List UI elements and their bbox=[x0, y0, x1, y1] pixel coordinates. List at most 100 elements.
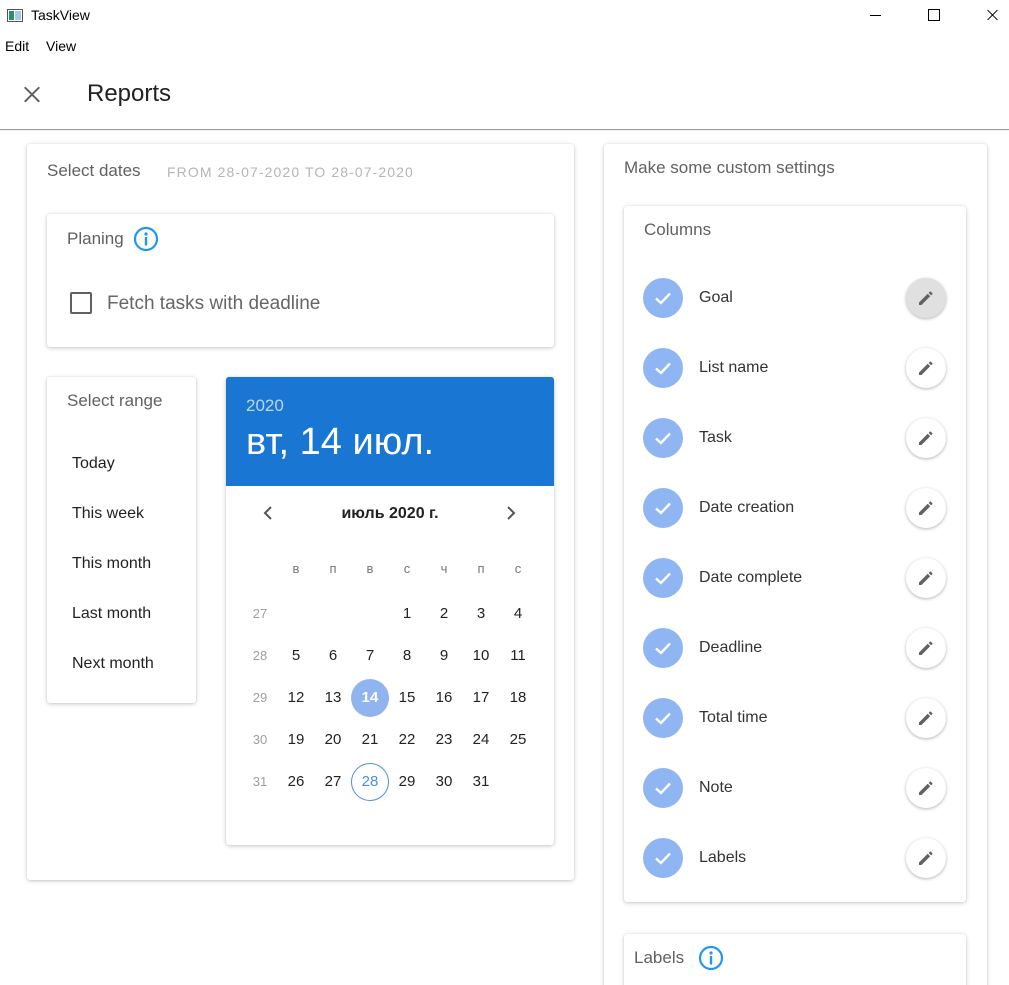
week-number: 31 bbox=[252, 774, 268, 789]
edit-column-button[interactable] bbox=[906, 488, 946, 528]
column-row: Note bbox=[624, 766, 966, 810]
calendar-day[interactable]: 20 bbox=[314, 721, 352, 759]
calendar-day[interactable]: 28 bbox=[351, 763, 389, 801]
calendar-day[interactable]: 9 bbox=[425, 637, 463, 675]
menu-view[interactable]: View bbox=[46, 38, 76, 54]
calendar-day[interactable]: 15 bbox=[388, 679, 426, 717]
weekday-header: с bbox=[403, 561, 411, 576]
edit-column-button[interactable] bbox=[906, 348, 946, 388]
calendar-day[interactable]: 18 bbox=[499, 679, 537, 717]
edit-column-button[interactable] bbox=[906, 558, 946, 598]
menu-edit[interactable]: Edit bbox=[5, 38, 29, 54]
select-range-title: Select range bbox=[67, 391, 163, 410]
pencil-icon bbox=[919, 641, 933, 655]
calendar-day[interactable]: 13 bbox=[314, 679, 352, 717]
column-toggle-check[interactable] bbox=[643, 278, 683, 318]
column-label: Goal bbox=[699, 289, 733, 306]
calendar-day[interactable]: 24 bbox=[462, 721, 500, 759]
custom-settings-title: Make some custom settings bbox=[624, 158, 835, 177]
week-number: 28 bbox=[252, 648, 268, 663]
select-range-card: Select range Today This week This month … bbox=[47, 377, 196, 703]
calendar-day[interactable]: 11 bbox=[499, 637, 537, 675]
fetch-deadline-label: Fetch tasks with deadline bbox=[107, 293, 321, 314]
column-toggle-check[interactable] bbox=[643, 628, 683, 668]
calendar-day[interactable]: 29 bbox=[388, 763, 426, 801]
edit-column-button[interactable] bbox=[906, 628, 946, 668]
week-number: 30 bbox=[252, 732, 268, 747]
calendar-day[interactable]: 21 bbox=[351, 721, 389, 759]
check-icon bbox=[655, 362, 671, 375]
edit-column-button[interactable] bbox=[906, 698, 946, 738]
maximize-button[interactable] bbox=[910, 0, 956, 32]
column-label: Note bbox=[699, 779, 733, 796]
column-row: Labels bbox=[624, 836, 966, 880]
chevron-right-icon[interactable] bbox=[497, 499, 525, 527]
minimize-button[interactable] bbox=[852, 0, 898, 32]
edit-column-button[interactable] bbox=[906, 768, 946, 808]
calendar-day[interactable]: 17 bbox=[462, 679, 500, 717]
calendar-year[interactable]: 2020 bbox=[246, 396, 284, 416]
calendar-day[interactable]: 2 bbox=[425, 595, 463, 633]
calendar-day[interactable]: 27 bbox=[314, 763, 352, 801]
column-toggle-check[interactable] bbox=[643, 348, 683, 388]
weekday-header: ч bbox=[440, 561, 448, 576]
column-label: Task bbox=[699, 429, 732, 446]
pencil-icon bbox=[919, 781, 933, 795]
info-icon[interactable] bbox=[698, 945, 724, 971]
info-icon[interactable] bbox=[133, 226, 159, 252]
check-icon bbox=[655, 782, 671, 795]
close-reports-button[interactable] bbox=[16, 78, 48, 110]
column-toggle-check[interactable] bbox=[643, 768, 683, 808]
column-row: Date creation bbox=[624, 486, 966, 530]
edit-column-button[interactable] bbox=[906, 278, 946, 318]
edit-column-button[interactable] bbox=[906, 838, 946, 878]
check-icon bbox=[655, 432, 671, 445]
window-close-button[interactable] bbox=[968, 0, 1009, 32]
range-next-month[interactable]: Next month bbox=[72, 655, 154, 673]
check-icon bbox=[655, 642, 671, 655]
pencil-icon bbox=[919, 431, 933, 445]
column-toggle-check[interactable] bbox=[643, 418, 683, 458]
calendar-day[interactable]: 23 bbox=[425, 721, 463, 759]
check-icon bbox=[655, 712, 671, 725]
calendar-day[interactable]: 26 bbox=[277, 763, 315, 801]
calendar-day[interactable]: 7 bbox=[351, 637, 389, 675]
calendar-day[interactable]: 8 bbox=[388, 637, 426, 675]
check-icon bbox=[655, 572, 671, 585]
calendar-day[interactable]: 25 bbox=[499, 721, 537, 759]
column-toggle-check[interactable] bbox=[643, 488, 683, 528]
app-header: Reports bbox=[0, 62, 1009, 130]
select-dates-label: Select dates bbox=[47, 161, 141, 180]
range-today[interactable]: Today bbox=[72, 455, 115, 473]
calendar-selected-date: вт, 14 июл. bbox=[246, 421, 435, 463]
calendar-day[interactable]: 22 bbox=[388, 721, 426, 759]
custom-settings-panel: Make some custom settings Columns Goal Li… bbox=[604, 144, 987, 985]
calendar-day[interactable]: 6 bbox=[314, 637, 352, 675]
calendar-day[interactable]: 12 bbox=[277, 679, 315, 717]
range-last-month[interactable]: Last month bbox=[72, 605, 151, 623]
calendar-day[interactable]: 3 bbox=[462, 595, 500, 633]
calendar-day[interactable]: 10 bbox=[462, 637, 500, 675]
weekday-header: в bbox=[366, 561, 374, 576]
column-label: Deadline bbox=[699, 639, 763, 656]
calendar-day[interactable]: 4 bbox=[499, 595, 537, 633]
edit-column-button[interactable] bbox=[906, 418, 946, 458]
calendar-day[interactable]: 31 bbox=[462, 763, 500, 801]
column-row: Task bbox=[624, 416, 966, 460]
calendar-day[interactable]: 16 bbox=[425, 679, 463, 717]
planing-title: Planing bbox=[67, 229, 124, 248]
column-label: Date creation bbox=[699, 499, 795, 516]
calendar-day[interactable]: 14 bbox=[351, 679, 389, 717]
column-toggle-check[interactable] bbox=[643, 558, 683, 598]
range-this-month[interactable]: This month bbox=[72, 555, 151, 573]
calendar-day[interactable]: 5 bbox=[277, 637, 315, 675]
calendar-day[interactable]: 30 bbox=[425, 763, 463, 801]
column-toggle-check[interactable] bbox=[643, 698, 683, 738]
calendar-day[interactable]: 19 bbox=[277, 721, 315, 759]
fetch-deadline-checkbox[interactable] bbox=[70, 292, 92, 314]
weekday-header: с bbox=[514, 561, 522, 576]
range-this-week[interactable]: This week bbox=[72, 505, 144, 523]
column-row: List name bbox=[624, 346, 966, 390]
column-toggle-check[interactable] bbox=[643, 838, 683, 878]
calendar-day[interactable]: 1 bbox=[388, 595, 426, 633]
